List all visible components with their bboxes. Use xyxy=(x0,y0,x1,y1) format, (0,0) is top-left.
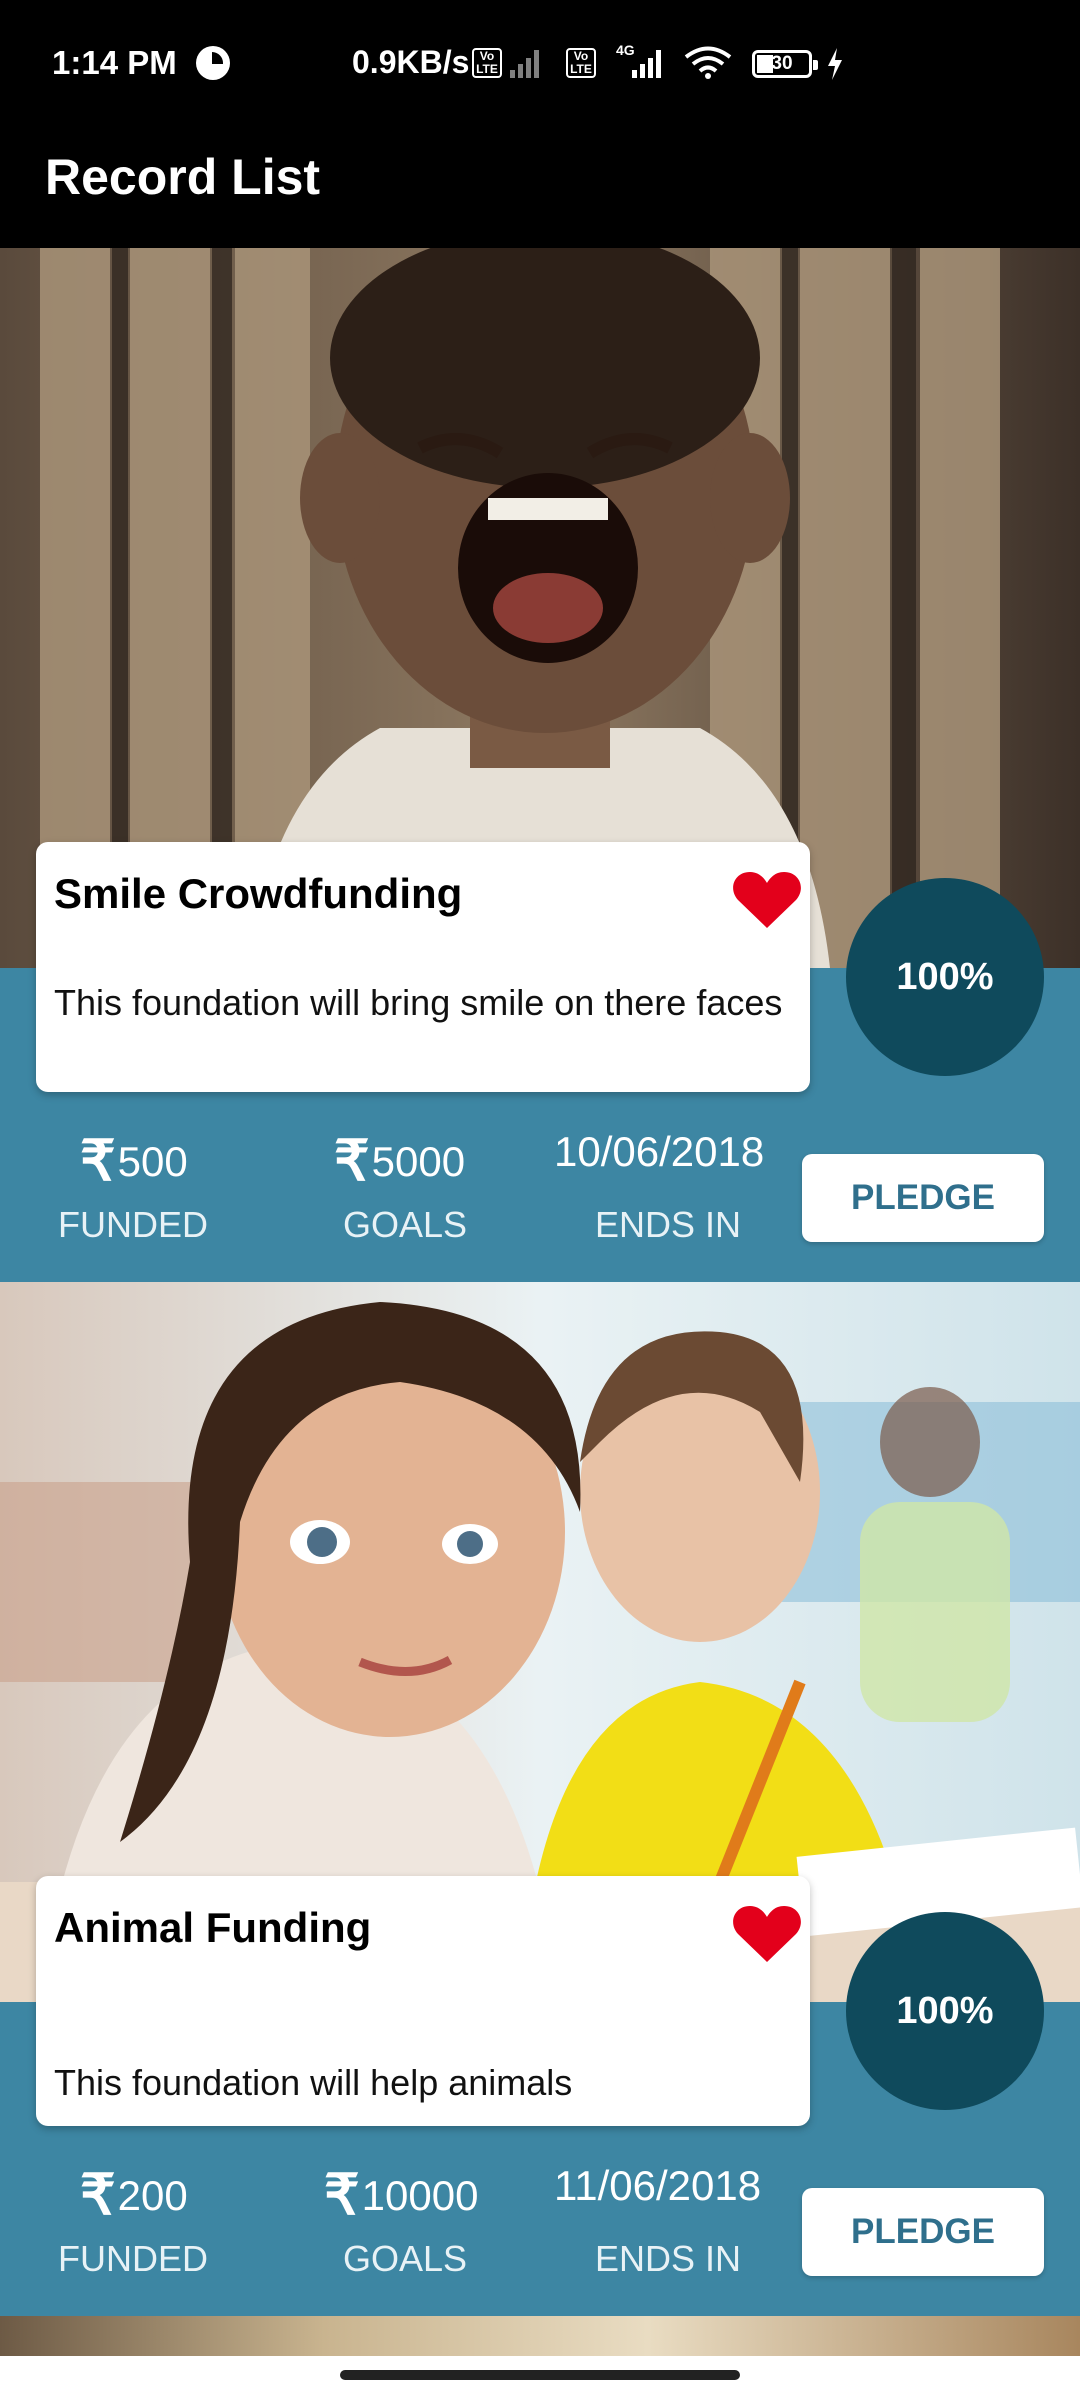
ends-in-label: ENDS IN xyxy=(594,2238,742,2279)
campaign-title: Animal Funding xyxy=(54,1904,372,1951)
campaign-description: This foundation will bring smile on ther… xyxy=(54,982,783,1023)
ends-in-value: 11/06/2018 xyxy=(554,2162,762,2209)
pledge-button[interactable]: PLEDGE xyxy=(802,1154,1044,1242)
campaign-description: This foundation will help animals xyxy=(54,2062,573,2103)
goals-label: GOALS xyxy=(342,2238,468,2279)
campaign-info-card[interactable]: Smile Crowdfunding This foundation will … xyxy=(36,842,810,1092)
next-campaign-photo-peek[interactable] xyxy=(0,2316,1080,2356)
battery-level: 30 xyxy=(771,53,793,74)
rupee-icon: ₹ xyxy=(324,2163,360,2226)
funded-value: ₹200 xyxy=(80,2163,188,2226)
pledge-button[interactable]: PLEDGE xyxy=(802,2188,1044,2276)
status-time: 1:14 PM xyxy=(52,44,177,81)
campaign-title: Smile Crowdfunding xyxy=(54,870,463,917)
wifi-icon xyxy=(684,46,732,79)
battery-icon: 30 xyxy=(752,50,818,78)
volte-icon: Vo LTE xyxy=(472,48,502,78)
funded-value: ₹500 xyxy=(80,1129,188,1192)
status-bar: 1:14 PM 0.9KB/s Vo LTE Vo LTE 4G 30 xyxy=(0,0,1080,130)
alarm-icon xyxy=(196,46,230,80)
funded-label: FUNDED xyxy=(58,1204,208,1245)
home-indicator[interactable] xyxy=(340,2370,740,2380)
heart-icon[interactable] xyxy=(732,870,802,930)
funded-label: FUNDED xyxy=(58,2238,208,2279)
goals-value: ₹5000 xyxy=(334,1129,466,1192)
goals-value: ₹10000 xyxy=(324,2163,479,2226)
rupee-icon: ₹ xyxy=(334,1129,370,1192)
campaign-card[interactable]: Smile Crowdfunding This foundation will … xyxy=(0,248,1080,1282)
ends-in-value: 10/06/2018 xyxy=(554,1128,765,1175)
heart-icon[interactable] xyxy=(732,1904,802,1964)
progress-badge: 100% xyxy=(846,878,1044,1076)
rupee-icon: ₹ xyxy=(80,2163,116,2226)
campaign-info-card[interactable]: Animal Funding This foundation will help… xyxy=(36,1876,810,2126)
signal-4g-icon xyxy=(632,48,668,78)
network-speed: 0.9KB/s xyxy=(352,44,470,80)
rupee-icon: ₹ xyxy=(80,1129,116,1192)
progress-badge: 100% xyxy=(846,1912,1044,2110)
campaign-card[interactable]: Animal Funding This foundation will help… xyxy=(0,1282,1080,2316)
signal-icon xyxy=(510,48,546,78)
goals-label: GOALS xyxy=(342,1204,468,1245)
ends-in-label: ENDS IN xyxy=(594,1204,742,1245)
charging-icon xyxy=(828,48,842,80)
page-title: Record List xyxy=(45,149,321,205)
volte-icon: Vo LTE xyxy=(566,48,596,78)
